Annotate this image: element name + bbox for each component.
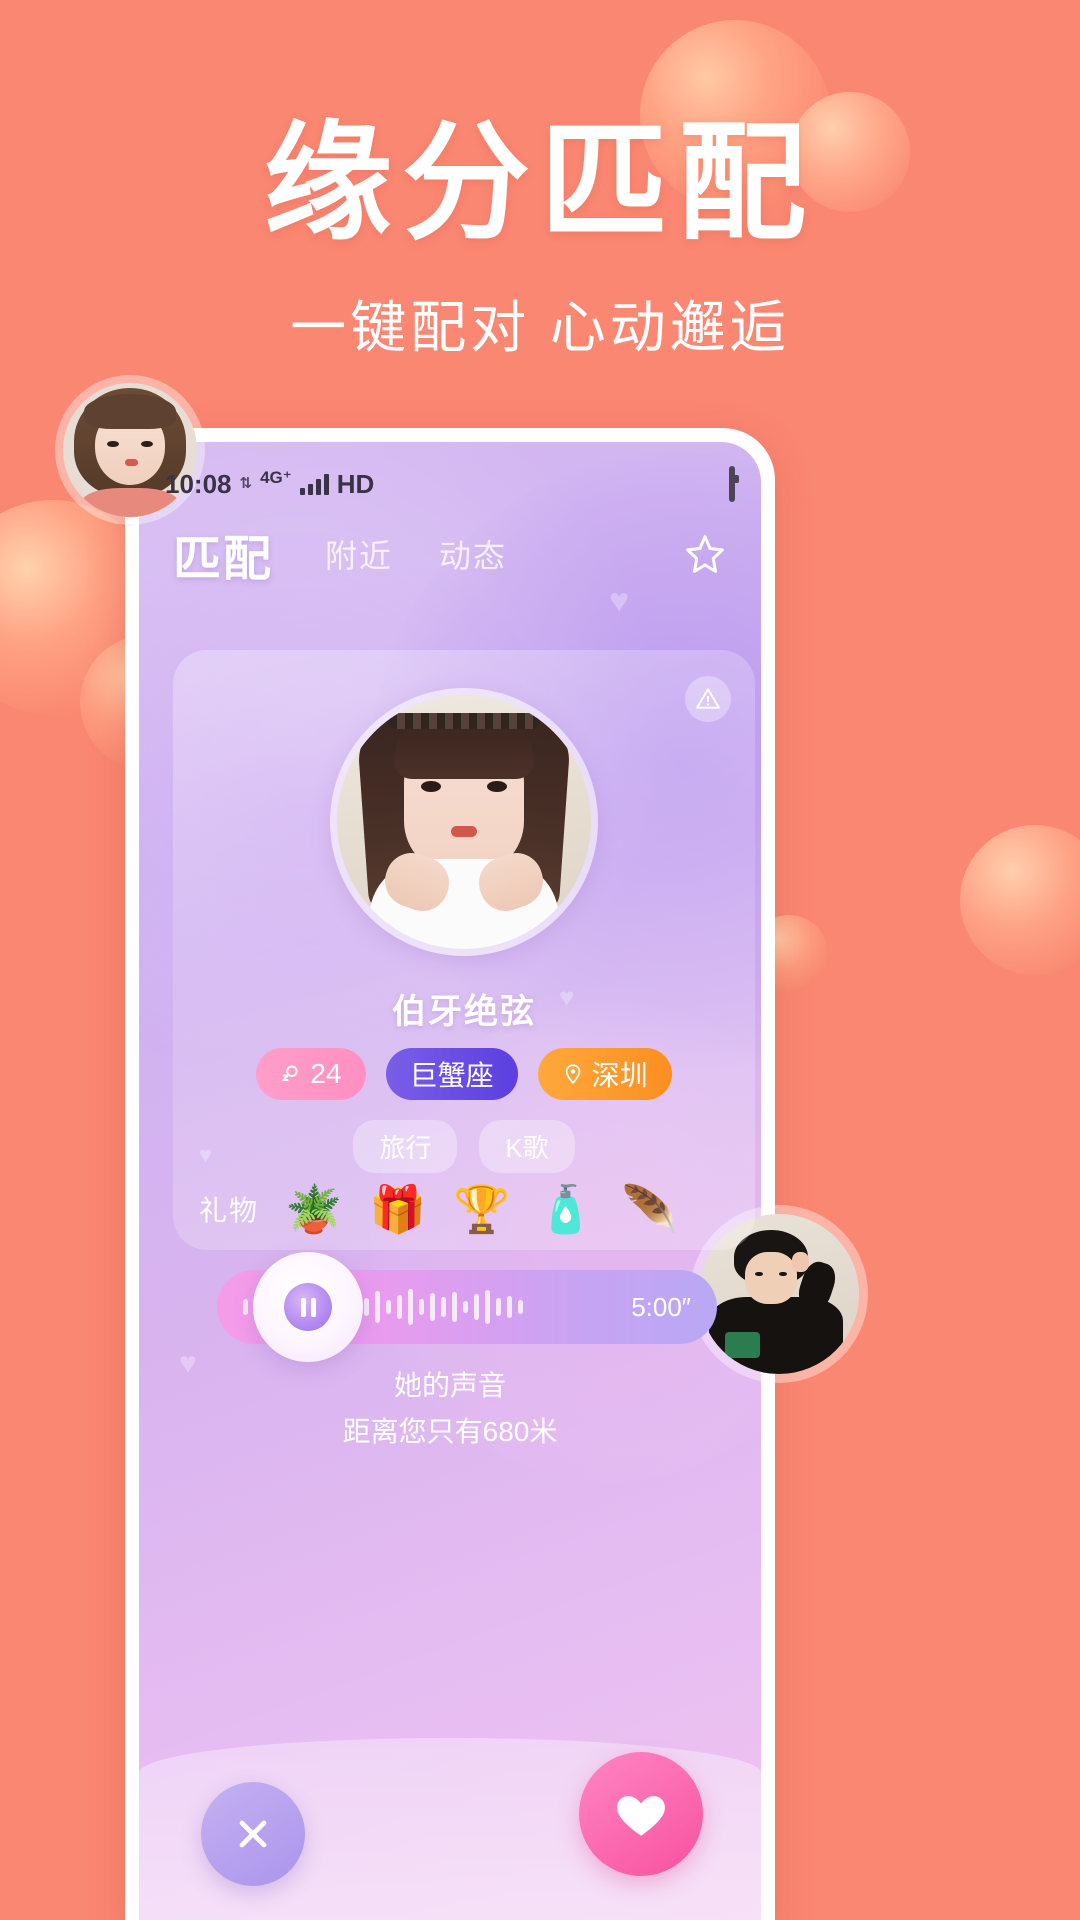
voice-caption: 她的声音 (393, 1370, 506, 1401)
profile-card[interactable]: 伯牙绝弦 24 巨蟹座 深圳 旅行 K歌 礼物 🪴 🎁 🏆 🧴 🪶 (173, 650, 755, 1250)
play-pause-button[interactable] (253, 1252, 363, 1362)
perfume-bottle-gift-icon[interactable]: 🧴 (537, 1180, 595, 1238)
battery-icon (729, 465, 735, 502)
pause-icon (284, 1283, 332, 1331)
tab-nearby[interactable]: 附近 (325, 531, 393, 577)
data-transfer-icon: ⇅ (239, 474, 253, 492)
phone-mockup: 10:08 ⇅ 4G⁺ HD 匹配 附近 动态 ♥ ♥ ♥ ♥ (125, 428, 775, 1920)
pill-age-gender: 24 (256, 1048, 366, 1100)
pill-age-label: 24 (310, 1058, 342, 1089)
close-icon (239, 1820, 267, 1848)
gift-row-label: 礼物 (199, 1195, 260, 1226)
promo-headline: 缘分匹配 (263, 112, 816, 255)
warning-icon[interactable] (685, 676, 731, 722)
voice-duration: 5:00″ (631, 1291, 691, 1322)
app-navbar: 匹配 附近 动态 (139, 514, 761, 594)
decor-bubble-6 (960, 825, 1080, 975)
tab-match[interactable]: 匹配 (173, 519, 273, 589)
pill-city: 深圳 (537, 1048, 672, 1100)
location-icon (565, 1064, 580, 1085)
status-time: 10:08 (165, 468, 232, 499)
network-type-label: 4G⁺ (260, 468, 292, 487)
feather-quill-gift-icon[interactable]: 🪶 (621, 1180, 679, 1238)
hd-label: HD (336, 468, 375, 499)
signal-bars-icon (299, 473, 329, 495)
interest-tag-travel: 旅行 (353, 1120, 458, 1173)
pill-zodiac-label: 巨蟹座 (409, 1060, 494, 1091)
pass-button[interactable] (201, 1782, 305, 1886)
heart-icon (617, 1796, 665, 1836)
like-button[interactable] (579, 1752, 703, 1876)
phone-screen: 10:08 ⇅ 4G⁺ HD 匹配 附近 动态 ♥ ♥ ♥ ♥ (139, 442, 761, 1920)
status-bar: 10:08 ⇅ 4G⁺ HD (139, 464, 761, 504)
interest-tag-row: 旅行 K歌 (173, 1120, 755, 1173)
pill-zodiac: 巨蟹座 (385, 1048, 518, 1100)
crown-trophy-gift-icon[interactable]: 🏆 (453, 1180, 511, 1238)
promo-subheadline: 一键配对 心动邂逅 (290, 296, 790, 359)
avatar-image (337, 695, 591, 949)
gift-row: 礼物 🪴 🎁 🏆 🧴 🪶 (199, 1178, 729, 1240)
voice-player[interactable]: 5:00″ (217, 1252, 717, 1362)
heart-decor-4: ♥ (179, 1347, 197, 1380)
music-box-gift-icon[interactable]: 🎁 (369, 1180, 427, 1238)
profile-name: 伯牙绝弦 (392, 993, 536, 1031)
female-icon (282, 1065, 299, 1082)
voice-distance: 距离您只有680米 (342, 1416, 558, 1447)
succulent-plant-gift-icon[interactable]: 🪴 (285, 1180, 343, 1238)
interest-tag-karaoke: K歌 (479, 1120, 575, 1173)
profile-pill-row: 24 巨蟹座 深圳 (173, 1048, 755, 1100)
star-icon[interactable] (683, 532, 727, 576)
avatar[interactable] (330, 688, 598, 956)
pill-city-label: 深圳 (591, 1060, 648, 1091)
tab-moments[interactable]: 动态 (439, 531, 507, 577)
